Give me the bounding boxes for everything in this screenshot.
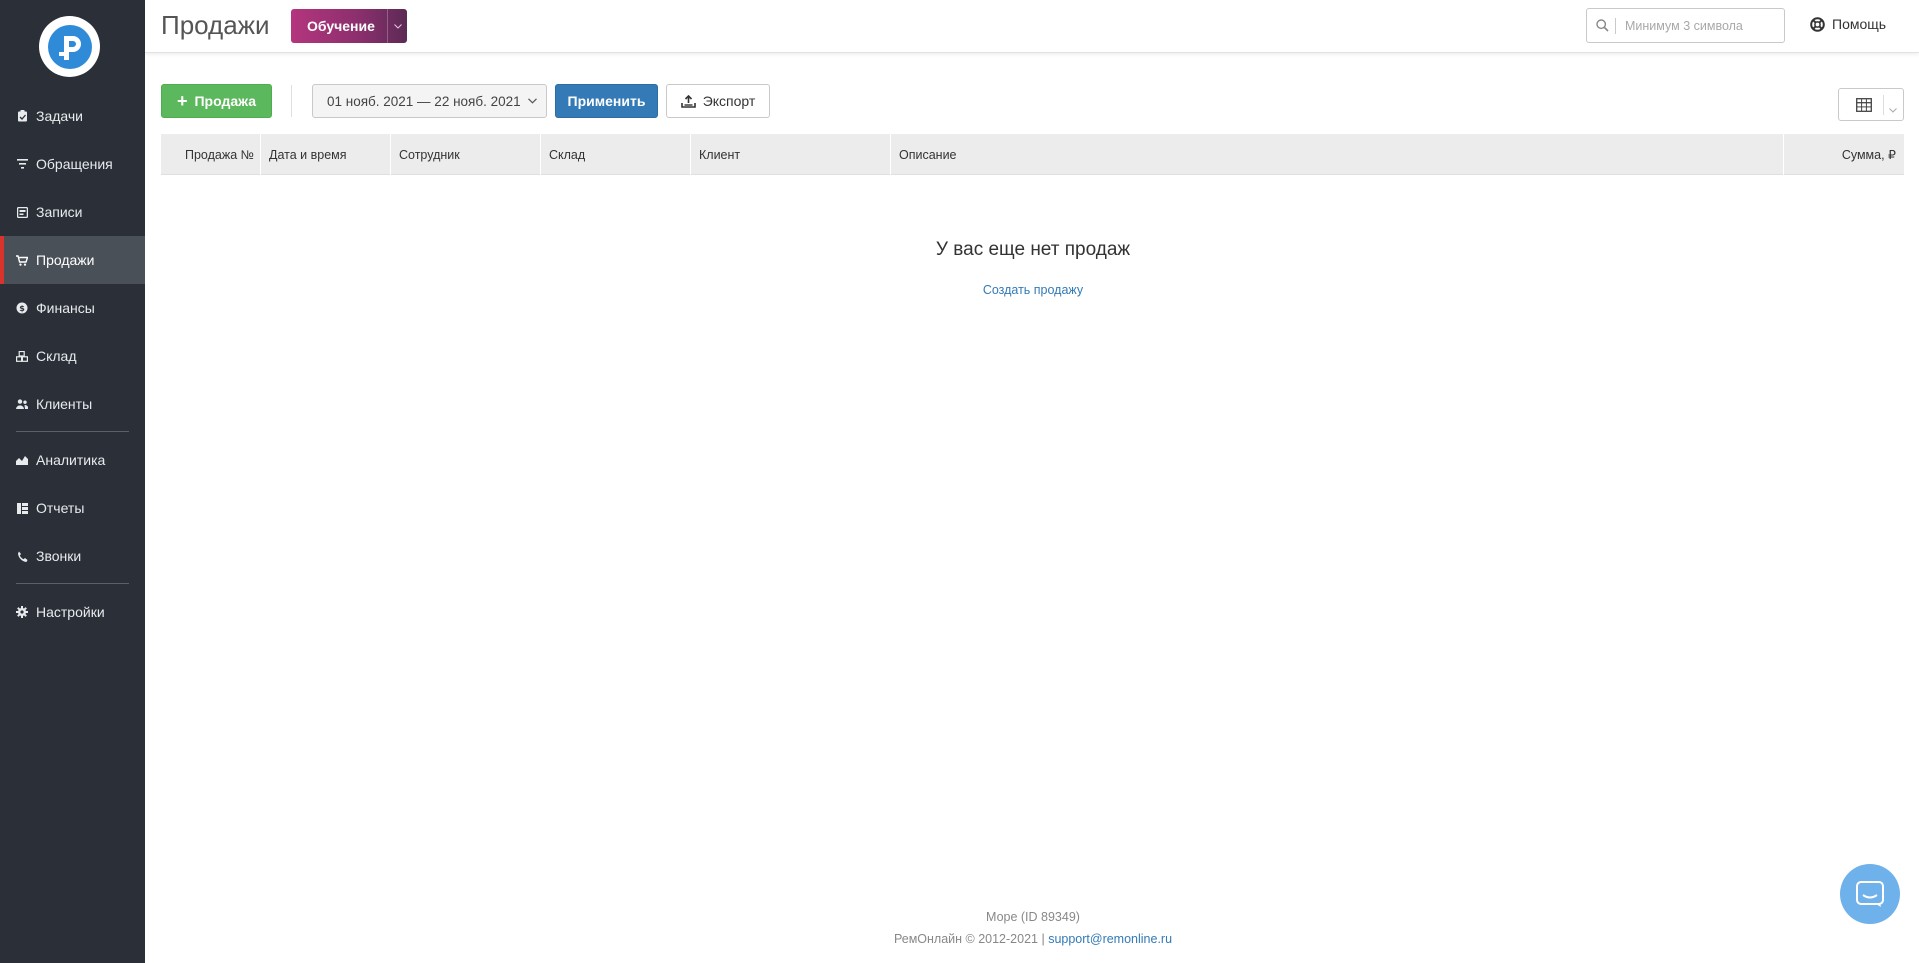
remonline-logo[interactable]: [39, 16, 100, 77]
learn-button-label: Обучение: [307, 18, 375, 34]
sidebar-item-settings[interactable]: Настройки: [0, 588, 145, 636]
sidebar-item-label: Склад: [36, 348, 77, 364]
lifebuoy-icon: [1810, 16, 1825, 32]
svg-text:$: $: [19, 304, 25, 313]
gear-icon: [16, 606, 28, 618]
column-description[interactable]: Описание: [899, 134, 957, 175]
column-divider: [890, 134, 891, 175]
column-sale-number[interactable]: Продажа №: [185, 134, 254, 175]
empty-state-title: У вас еще нет продаж: [935, 239, 1131, 260]
help-label: Помощь: [1832, 16, 1887, 32]
column-date-time[interactable]: Дата и время: [269, 134, 347, 175]
date-range-value: 01 нояб. 2021 — 22 нояб. 2021: [327, 93, 521, 109]
chevron-down-icon: [527, 98, 537, 104]
column-employee[interactable]: Сотрудник: [399, 134, 460, 175]
area-chart-icon: [16, 454, 28, 466]
sales-table-header: Продажа № Дата и время Сотрудник Склад К…: [161, 134, 1904, 175]
search-icon: [1596, 19, 1609, 37]
sidebar-item-label: Клиенты: [36, 396, 93, 412]
add-sale-label: Продажа: [194, 93, 257, 109]
learn-button[interactable]: Обучение: [291, 9, 407, 43]
column-amount[interactable]: Сумма, ₽: [1842, 134, 1896, 175]
sidebar-item-label: Аналитика: [36, 452, 106, 468]
sidebar-divider: [16, 431, 129, 432]
date-range-picker[interactable]: 01 нояб. 2021 — 22 нояб. 2021: [312, 84, 547, 118]
sidebar-item-label: Настройки: [36, 604, 105, 620]
sidebar-item-label: Отчеты: [36, 500, 85, 516]
footer-account: Море (ID 89349): [986, 910, 1080, 924]
report-icon: [16, 502, 28, 514]
sidebar-item-requests[interactable]: Обращения: [0, 140, 145, 188]
search-divider: [1615, 18, 1616, 34]
coin-icon: $: [16, 302, 28, 314]
apply-button[interactable]: Применить: [555, 84, 658, 118]
sidebar-item-label: Записи: [36, 204, 83, 220]
page-title: Продажи: [161, 10, 270, 40]
sidebar-item-label: Обращения: [36, 156, 113, 172]
toolbar-divider: [291, 85, 292, 117]
search-input[interactable]: [1625, 16, 1780, 36]
sidebar: Задачи Обращения Записи Продажи $ Финанс…: [0, 0, 145, 963]
sidebar-item-analytics[interactable]: Аналитика: [0, 436, 145, 484]
sidebar-item-appointments[interactable]: Записи: [0, 188, 145, 236]
users-icon: [16, 398, 28, 410]
chat-widget-button[interactable]: [1840, 864, 1900, 924]
calendar-icon: [16, 206, 28, 218]
sidebar-item-clients[interactable]: Клиенты: [0, 380, 145, 428]
sidebar-item-label: Продажи: [36, 252, 95, 268]
sidebar-item-sales[interactable]: Продажи: [0, 236, 145, 284]
sidebar-item-tasks[interactable]: Задачи: [0, 92, 145, 140]
cart-icon: [16, 254, 28, 266]
chevron-down-icon[interactable]: [387, 9, 407, 43]
columns-settings-button[interactable]: [1838, 88, 1904, 121]
filter-icon: [16, 158, 28, 170]
sidebar-item-reports[interactable]: Отчеты: [0, 484, 145, 532]
column-divider: [540, 134, 541, 175]
add-sale-button[interactable]: + Продажа: [161, 84, 272, 118]
export-label: Экспорт: [702, 93, 756, 109]
sidebar-item-label: Задачи: [36, 108, 84, 124]
column-divider: [690, 134, 691, 175]
export-button[interactable]: Экспорт: [666, 84, 770, 118]
help-link[interactable]: Помощь: [1810, 16, 1886, 32]
search-box: [1586, 8, 1785, 43]
column-divider: [260, 134, 261, 175]
columns-divider: [1883, 95, 1884, 115]
clipboard-icon: [16, 110, 28, 122]
create-sale-link[interactable]: Создать продажу: [761, 283, 1305, 297]
chat-icon: [1856, 881, 1884, 907]
chevron-down-icon[interactable]: [1889, 100, 1897, 118]
sidebar-item-label: Финансы: [36, 300, 95, 316]
sidebar-item-label: Звонки: [36, 548, 82, 564]
footer-copyright-line: РемОнлайн © 2012-2021 | support@remonlin…: [761, 932, 1305, 946]
sidebar-divider: [16, 583, 129, 584]
plus-icon: +: [176, 91, 188, 111]
sidebar-item-warehouse[interactable]: Склад: [0, 332, 145, 380]
column-divider: [390, 134, 391, 175]
support-email-link[interactable]: support@remonline.ru: [1048, 932, 1172, 946]
column-divider: [1783, 134, 1784, 175]
footer-copyright: РемОнлайн © 2012-2021 |: [893, 932, 1045, 946]
export-icon: [680, 94, 696, 108]
column-warehouse[interactable]: Склад: [549, 134, 585, 175]
sidebar-item-finance[interactable]: $ Финансы: [0, 284, 145, 332]
sidebar-item-calls[interactable]: Звонки: [0, 532, 145, 580]
boxes-icon: [16, 350, 28, 362]
phone-icon: [16, 550, 28, 562]
column-client[interactable]: Клиент: [699, 134, 740, 175]
table-grid-icon: [1856, 98, 1872, 117]
top-header: Продажи Обучение Помощь: [145, 0, 1919, 53]
